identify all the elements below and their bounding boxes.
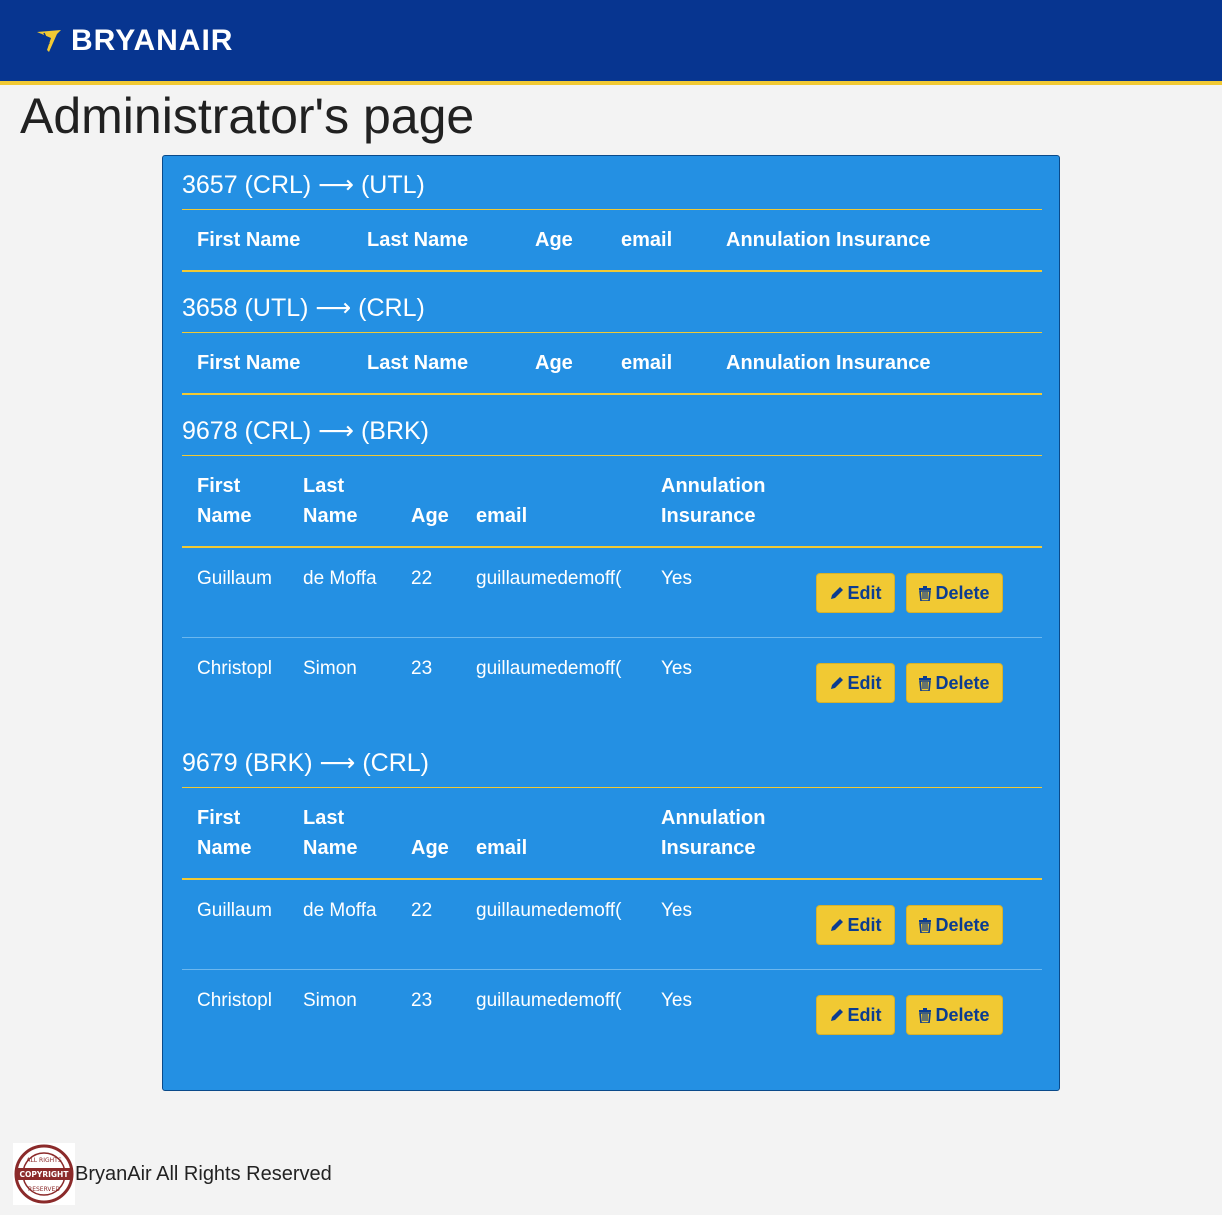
passenger-table-header: First Name Last Name Age email Annulatio… bbox=[182, 210, 1042, 272]
flight-title: 9678 (CRL) ⟶ (BRK) bbox=[182, 402, 1042, 456]
col-annulation-insurance: Insurance bbox=[661, 837, 756, 859]
edit-button[interactable]: Edit bbox=[816, 905, 895, 945]
col-last-name: Last bbox=[303, 475, 345, 497]
flight-section: 3657 (CRL) ⟶ (UTL) First Name Last Name … bbox=[182, 156, 1042, 272]
col-last-name: Last Name bbox=[367, 229, 469, 251]
edit-button[interactable]: Edit bbox=[816, 573, 895, 613]
cell-insurance: Yes bbox=[661, 568, 692, 589]
footer: COPYRIGHT ALL RIGHTS RESERVED BryanAir A… bbox=[13, 1143, 332, 1205]
cell-last-name: Simon bbox=[303, 658, 357, 679]
pencil-icon bbox=[830, 587, 843, 599]
trash-icon bbox=[919, 675, 932, 691]
page-title: Administrator's page bbox=[20, 88, 475, 144]
col-email: email bbox=[476, 505, 528, 527]
passenger-table-header: First Name Last Name Age email Annulatio… bbox=[182, 456, 1042, 548]
cell-last-name: Simon bbox=[303, 990, 357, 1011]
passenger-table-header: First Name Last Name Age email Annulatio… bbox=[182, 788, 1042, 880]
svg-text:COPYRIGHT: COPYRIGHT bbox=[20, 1170, 70, 1179]
delete-button[interactable]: Delete bbox=[906, 573, 1003, 613]
col-last-name: Name bbox=[303, 837, 358, 859]
col-first-name: Name bbox=[197, 505, 252, 527]
svg-text:ALL RIGHTS: ALL RIGHTS bbox=[26, 1157, 61, 1164]
cell-age: 22 bbox=[411, 900, 433, 921]
col-age: Age bbox=[535, 352, 573, 374]
edit-button[interactable]: Edit bbox=[816, 995, 895, 1035]
col-first-name: First Name bbox=[197, 229, 301, 251]
col-first-name: First bbox=[197, 807, 241, 829]
col-email: email bbox=[621, 352, 673, 374]
col-last-name: Last bbox=[303, 807, 345, 829]
col-email: email bbox=[476, 837, 528, 859]
cell-last-name: de Moffa bbox=[303, 568, 377, 589]
cell-email: guillaumedemoff( bbox=[476, 990, 622, 1011]
cell-first-name: Guillaum bbox=[197, 900, 272, 921]
harp-logo-icon bbox=[37, 30, 61, 52]
flight-title: 3658 (UTL) ⟶ (CRL) bbox=[182, 279, 1042, 333]
cell-insurance: Yes bbox=[661, 900, 692, 921]
delete-button[interactable]: Delete bbox=[906, 663, 1003, 703]
col-annulation-insurance: Annulation Insurance bbox=[726, 229, 931, 251]
col-last-name: Name bbox=[303, 505, 358, 527]
cell-first-name: Christopl bbox=[197, 658, 272, 679]
delete-label: Delete bbox=[935, 914, 990, 935]
trash-icon bbox=[919, 917, 932, 933]
flight-title: 9679 (BRK) ⟶ (CRL) bbox=[182, 734, 1042, 788]
delete-label: Delete bbox=[935, 672, 990, 693]
cell-first-name: Christopl bbox=[197, 990, 272, 1011]
cell-age: 22 bbox=[411, 568, 433, 589]
edit-label: Edit bbox=[847, 1004, 882, 1025]
col-first-name: First Name bbox=[197, 352, 301, 374]
col-first-name: First bbox=[197, 475, 241, 497]
cell-insurance: Yes bbox=[661, 658, 692, 679]
cell-last-name: de Moffa bbox=[303, 900, 377, 921]
col-age: Age bbox=[411, 505, 449, 527]
col-first-name: Name bbox=[197, 837, 252, 859]
table-row: Christopl Simon 23 guillaumedemoff( Yes … bbox=[182, 638, 1042, 727]
col-annulation-insurance: Annulation bbox=[661, 475, 766, 497]
top-navbar: BRYANAIR bbox=[0, 0, 1222, 85]
trash-icon bbox=[919, 585, 932, 601]
cell-email: guillaumedemoff( bbox=[476, 658, 622, 679]
copyright-seal-graphic: COPYRIGHT ALL RIGHTS RESERVED bbox=[14, 1144, 74, 1204]
edit-button[interactable]: Edit bbox=[816, 663, 895, 703]
delete-button[interactable]: Delete bbox=[906, 905, 1003, 945]
col-annulation-insurance: Annulation Insurance bbox=[726, 352, 931, 374]
col-annulation-insurance: Annulation bbox=[661, 807, 766, 829]
passenger-table-header: First Name Last Name Age email Annulatio… bbox=[182, 333, 1042, 395]
col-age: Age bbox=[535, 229, 573, 251]
trash-icon bbox=[919, 1007, 932, 1023]
edit-label: Edit bbox=[847, 672, 882, 693]
col-age: Age bbox=[411, 837, 449, 859]
pencil-icon bbox=[830, 1009, 843, 1021]
flight-section: 3658 (UTL) ⟶ (CRL) First Name Last Name … bbox=[182, 279, 1042, 395]
table-row: Guillaum de Moffa 22 guillaumedemoff( Ye… bbox=[182, 880, 1042, 970]
col-email: email bbox=[621, 229, 673, 251]
svg-text:RESERVED: RESERVED bbox=[28, 1186, 60, 1193]
brand-logo[interactable]: BRYANAIR bbox=[35, 24, 234, 57]
cell-insurance: Yes bbox=[661, 990, 692, 1011]
edit-label: Edit bbox=[847, 582, 882, 603]
flight-section: 9678 (CRL) ⟶ (BRK) First Name Last Name … bbox=[182, 402, 1042, 727]
col-annulation-insurance: Insurance bbox=[661, 505, 756, 527]
flights-panel: 3657 (CRL) ⟶ (UTL) First Name Last Name … bbox=[162, 155, 1060, 1091]
delete-label: Delete bbox=[935, 582, 990, 603]
brand-name: BRYANAIR bbox=[71, 24, 234, 57]
delete-button[interactable]: Delete bbox=[906, 995, 1003, 1035]
pencil-icon bbox=[830, 919, 843, 931]
cell-email: guillaumedemoff( bbox=[476, 568, 622, 589]
table-row: Guillaum de Moffa 22 guillaumedemoff( Ye… bbox=[182, 548, 1042, 638]
delete-label: Delete bbox=[935, 1004, 990, 1025]
flight-section: 9679 (BRK) ⟶ (CRL) First Name Last Name … bbox=[182, 734, 1042, 1059]
copyright-seal-icon: COPYRIGHT ALL RIGHTS RESERVED bbox=[13, 1143, 75, 1205]
edit-label: Edit bbox=[847, 914, 882, 935]
cell-age: 23 bbox=[411, 990, 433, 1011]
col-last-name: Last Name bbox=[367, 352, 469, 374]
table-row: Christopl Simon 23 guillaumedemoff( Yes … bbox=[182, 970, 1042, 1059]
cell-first-name: Guillaum bbox=[197, 568, 272, 589]
cell-age: 23 bbox=[411, 658, 433, 679]
pencil-icon bbox=[830, 677, 843, 689]
footer-text: BryanAir All Rights Reserved bbox=[75, 1162, 332, 1185]
flight-title: 3657 (CRL) ⟶ (UTL) bbox=[182, 156, 1042, 210]
cell-email: guillaumedemoff( bbox=[476, 900, 622, 921]
